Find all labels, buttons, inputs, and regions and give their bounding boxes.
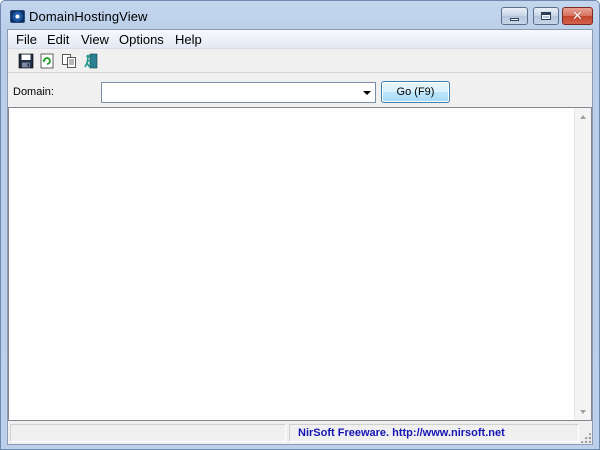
exit-icon [84, 53, 98, 69]
minimize-icon [510, 17, 519, 21]
go-button[interactable]: Go (F9) [381, 81, 450, 103]
close-button[interactable]: ✕ [562, 7, 593, 25]
maximize-button[interactable] [533, 7, 559, 25]
minimize-button[interactable] [501, 7, 528, 25]
save-button[interactable] [17, 52, 35, 70]
toolbar [8, 49, 592, 73]
scroll-down-button[interactable] [575, 403, 591, 420]
menu-file[interactable]: File [14, 32, 39, 47]
save-icon [18, 53, 34, 69]
chevron-down-icon [362, 90, 371, 95]
application-window: DomainHostingView ✕ File Edit View Optio… [0, 0, 600, 450]
title-bar[interactable]: DomainHostingView ✕ [1, 1, 599, 29]
exit-button[interactable] [82, 52, 100, 70]
menu-help[interactable]: Help [173, 32, 204, 47]
maximize-icon [541, 12, 551, 20]
menu-edit[interactable]: Edit [45, 32, 71, 47]
window-title: DomainHostingView [29, 9, 148, 24]
client-area: File Edit View Options Help Domain: Go (… [7, 29, 593, 445]
domain-dropdown-button[interactable] [358, 83, 375, 102]
nirsoft-link[interactable]: NirSoft Freeware. http://www.nirsoft.net [298, 427, 505, 439]
results-list[interactable] [8, 107, 592, 421]
domain-row: Domain: Go (F9) [8, 74, 592, 105]
domain-combobox[interactable] [101, 82, 376, 103]
resize-grip-icon[interactable] [580, 432, 591, 443]
copy-icon [62, 54, 76, 68]
status-pane-right: NirSoft Freeware. http://www.nirsoft.net [289, 424, 579, 442]
close-icon: ✕ [572, 8, 583, 24]
app-icon[interactable] [10, 10, 25, 23]
refresh-icon [40, 53, 54, 69]
menu-bar: File Edit View Options Help [8, 30, 592, 49]
status-bar: NirSoft Freeware. http://www.nirsoft.net [8, 422, 592, 444]
menu-options[interactable]: Options [117, 32, 166, 47]
vertical-scrollbar[interactable] [574, 108, 591, 420]
domain-label: Domain: [13, 86, 54, 98]
domain-input[interactable] [104, 85, 354, 100]
copy-button[interactable] [60, 52, 78, 70]
refresh-button[interactable] [38, 52, 56, 70]
arrow-up-icon [580, 114, 586, 119]
scroll-up-button[interactable] [575, 108, 591, 125]
arrow-down-icon [580, 409, 586, 414]
status-pane-left [10, 424, 286, 442]
menu-view[interactable]: View [79, 32, 111, 47]
